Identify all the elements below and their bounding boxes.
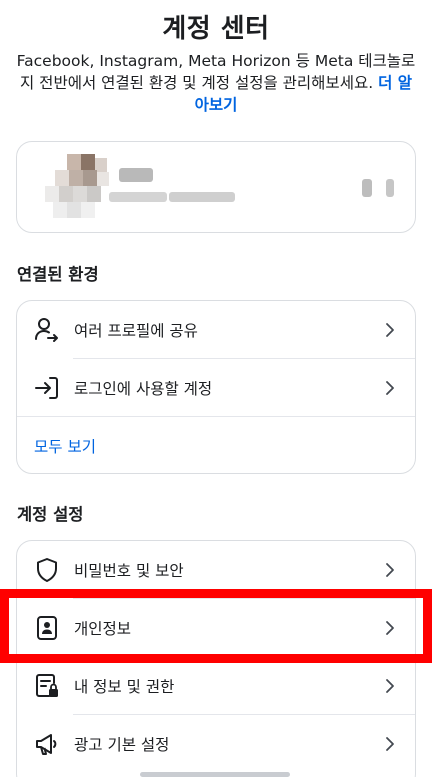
- row-login-accounts[interactable]: 로그인에 사용할 계정: [17, 359, 415, 417]
- row-info-permissions[interactable]: 내 정보 및 권한: [17, 657, 415, 715]
- megaphone-icon: [36, 734, 57, 755]
- row-label: 개인정보: [74, 620, 132, 638]
- chevron-right-icon: [386, 737, 394, 751]
- row-label: 내 정보 및 권한: [74, 678, 175, 696]
- profile-side-blur: [362, 179, 372, 197]
- chevron-right-icon: [386, 621, 394, 635]
- chevron-right-icon: [386, 679, 394, 693]
- see-all-link[interactable]: 모두 보기: [34, 435, 96, 457]
- shield-icon: [37, 558, 57, 582]
- login-arrow-icon: [35, 377, 58, 399]
- connected-heading: 연결된 환경: [17, 265, 99, 284]
- connected-card: 여러 프로필에 공유 로그인에 사용할 계정 모두 보기: [16, 300, 416, 474]
- profile-card[interactable]: [16, 141, 416, 233]
- profile-name-blur: [119, 168, 153, 182]
- settings-heading: 계정 설정: [17, 505, 84, 524]
- chevron-right-icon: [386, 381, 394, 395]
- row-label: 로그인에 사용할 계정: [74, 380, 213, 398]
- row-profile-share[interactable]: 여러 프로필에 공유: [17, 301, 415, 359]
- profile-share-icon: [35, 318, 58, 342]
- info-permissions-icon: [36, 674, 58, 697]
- row-label: 여러 프로필에 공유: [74, 322, 198, 340]
- chevron-right-icon: [386, 563, 394, 577]
- profile-subtitle-blur-2: [169, 192, 235, 202]
- profile-side-blur-2: [386, 179, 394, 197]
- row-ad-preferences[interactable]: 광고 기본 설정: [17, 715, 415, 773]
- row-label: 비밀번호 및 보안: [74, 562, 184, 580]
- home-indicator: [140, 772, 290, 777]
- chevron-right-icon: [386, 323, 394, 337]
- description-text: Facebook, Instagram, Meta Horizon 등 Meta…: [16, 52, 416, 92]
- divider: [17, 416, 415, 417]
- profile-subtitle-blur: [109, 192, 167, 202]
- row-label: 광고 기본 설정: [74, 736, 170, 754]
- id-card-icon: [37, 616, 57, 640]
- settings-card: 비밀번호 및 보안 개인정보 내 정보 및 권한 광고 기본 설정: [16, 540, 416, 777]
- row-password-security[interactable]: 비밀번호 및 보안: [17, 541, 415, 599]
- row-personal-info[interactable]: 개인정보: [17, 599, 415, 657]
- avatar: [45, 154, 117, 224]
- page-title: 계정 센터: [162, 14, 270, 44]
- page-description: Facebook, Instagram, Meta Horizon 등 Meta…: [14, 50, 418, 116]
